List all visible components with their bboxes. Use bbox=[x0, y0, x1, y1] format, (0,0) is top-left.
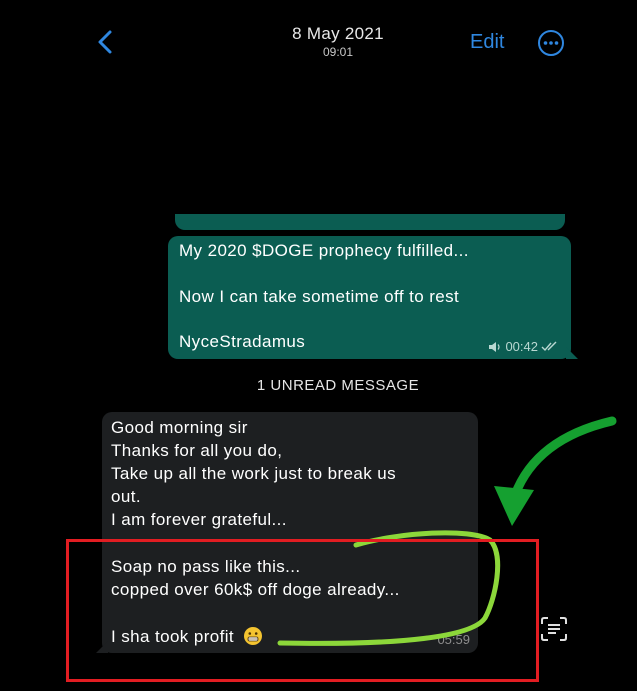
outgoing-message-bubble[interactable]: My 2020 $DOGE prophecy fulfilled... Now … bbox=[168, 236, 578, 359]
incoming-message-line: Thanks for all you do, bbox=[111, 441, 283, 460]
incoming-message-line: I am forever grateful... bbox=[111, 510, 287, 529]
outgoing-message-meta: 00:42 bbox=[488, 339, 559, 354]
green-arrow-shaft bbox=[510, 416, 617, 500]
incoming-message-line: out. bbox=[111, 487, 141, 506]
conversation-date: 8 May 2021 bbox=[292, 24, 384, 43]
live-text-scan-button[interactable] bbox=[541, 617, 567, 641]
incoming-message-last-line: I sha took profit bbox=[111, 626, 263, 647]
back-button[interactable] bbox=[92, 28, 120, 56]
speaker-icon bbox=[489, 341, 501, 352]
conversation-time: 09:01 bbox=[322, 45, 354, 59]
outgoing-message-line: Now I can take sometime off to rest bbox=[179, 287, 460, 306]
more-options-button[interactable] bbox=[537, 29, 565, 57]
incoming-message-line: Soap no pass like this... bbox=[111, 557, 301, 576]
incoming-message-line: Good morning sir bbox=[111, 418, 248, 437]
green-arrow-head bbox=[494, 486, 534, 526]
incoming-message-line: I sha took profit bbox=[111, 627, 235, 646]
double-check-icon bbox=[541, 341, 557, 352]
incoming-message-bubble[interactable]: Good morning sir Thanks for all you do, … bbox=[96, 412, 478, 653]
previous-message-bubble bbox=[175, 214, 565, 230]
edit-button[interactable]: Edit bbox=[470, 31, 504, 54]
text-scan-icon bbox=[541, 617, 567, 641]
outgoing-message-line: NyceStradamus bbox=[179, 332, 306, 351]
unread-messages-banner: 1 UNREAD MESSAGE bbox=[256, 377, 420, 394]
incoming-message-line: Take up all the work just to break us bbox=[111, 464, 397, 483]
chat-header: 8 May 2021 09:01 Edit bbox=[0, 0, 637, 80]
conversation-date-block: 8 May 2021 09:01 bbox=[238, 24, 438, 59]
incoming-message-time: 05:59 bbox=[437, 632, 470, 647]
grinning-face-emoji bbox=[244, 627, 263, 645]
incoming-message-line: copped over 60k$ off doge already... bbox=[111, 580, 400, 599]
outgoing-message-time: 00:42 bbox=[505, 339, 538, 354]
ellipsis-circle-icon bbox=[538, 30, 564, 56]
outgoing-message-line: My 2020 $DOGE prophecy fulfilled... bbox=[179, 241, 469, 260]
chevron-left-icon bbox=[98, 30, 112, 54]
